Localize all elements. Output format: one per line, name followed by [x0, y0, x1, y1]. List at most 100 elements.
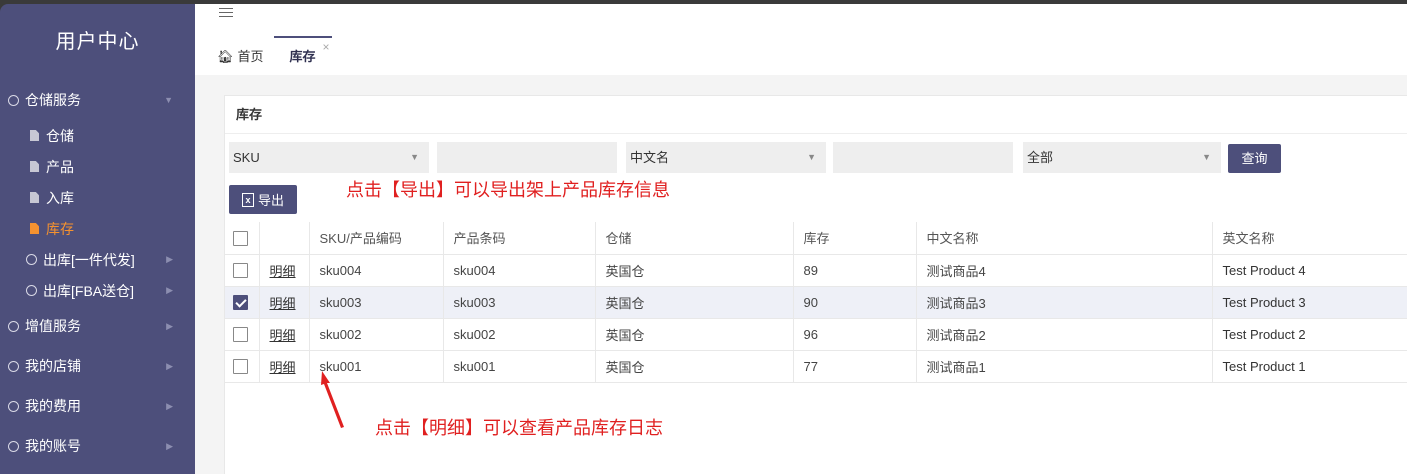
sidebar-item-inbound[interactable]: 入库: [0, 182, 195, 213]
chevron-right-icon: ▶: [166, 440, 173, 451]
detail-link[interactable]: 明细: [270, 296, 296, 311]
sidebar-item-label: 库存: [46, 220, 74, 237]
sidebar-title: 用户中心: [55, 31, 140, 53]
chevron-right-icon: ▶: [166, 254, 173, 264]
cell-cn-name: 测试商品2: [916, 318, 1213, 351]
cell-sku: sku002: [309, 318, 444, 351]
row-checkbox[interactable]: [233, 295, 248, 311]
chevron-right-icon: ▶: [166, 360, 173, 371]
circle-icon: [26, 254, 37, 265]
cell-cn-name: 测试商品3: [916, 286, 1213, 319]
sidebar-item-my-fees[interactable]: 我的费用 ▶: [0, 386, 195, 426]
cell-en-name: Test Product 4: [1212, 254, 1407, 287]
query-button[interactable]: 查询: [1228, 144, 1281, 173]
menu-fold-icon[interactable]: [219, 8, 233, 22]
row-checkbox-cell: [225, 350, 260, 383]
sidebar-item-product[interactable]: 产品: [0, 151, 195, 182]
cell-barcode: sku002: [443, 318, 596, 351]
sidebar-item-outbound-dropship[interactable]: 出库[一件代发] ▶: [0, 244, 195, 275]
select-all-checkbox[interactable]: [233, 230, 248, 246]
search-input-1[interactable]: [437, 142, 617, 173]
chevron-right-icon: ▶: [166, 400, 173, 411]
search-input-2[interactable]: [833, 142, 1013, 173]
tab-home[interactable]: 🏠︎ 首页: [217, 39, 274, 75]
header-stock[interactable]: 库存: [793, 222, 917, 255]
sidebar-item-my-stores[interactable]: 我的店铺 ▶: [0, 346, 195, 386]
sidebar-item-inventory[interactable]: 库存: [0, 213, 195, 244]
header-cn-name[interactable]: 中文名称: [916, 222, 1213, 255]
select-value: SKU: [233, 150, 260, 165]
annotation-arrow-icon: [321, 371, 344, 428]
detail-cell: 明细: [259, 318, 310, 351]
status-select[interactable]: 全部 ▼: [1023, 142, 1221, 173]
cell-stock: 89: [793, 254, 917, 287]
document-icon: [30, 161, 39, 172]
table-row: 明细 sku001 sku001 英国仓 77 测试商品1 Test Produ…: [225, 350, 1407, 383]
cell-sku: sku003: [309, 286, 444, 319]
field-select-2[interactable]: 中文名 ▼: [626, 142, 826, 173]
cell-barcode: sku001: [443, 350, 596, 383]
header-en-name[interactable]: 英文名称: [1212, 222, 1407, 255]
sidebar-item-label: 出库[一件代发]: [43, 251, 135, 268]
table-row: 明细 sku002 sku002 英国仓 96 测试商品2 Test Produ…: [225, 318, 1407, 351]
detail-link[interactable]: 明细: [270, 328, 296, 343]
sidebar-item-warehouse-service[interactable]: 仓储服务 ▼: [0, 80, 195, 120]
cell-warehouse: 英国仓: [595, 350, 794, 383]
sidebar-item-value-added[interactable]: 增值服务 ▶: [0, 306, 195, 346]
annotation-export: 点击【导出】可以导出架上产品库存信息: [346, 180, 670, 200]
sidebar-menu: 仓储服务 ▼ 仓储 产品 入库 库存 出库[一件代发] ▶ 出库[FBA送仓] …: [0, 80, 195, 466]
detail-link[interactable]: 明细: [270, 360, 296, 375]
tab-bar: 🏠︎ 首页 库存 ×: [217, 36, 332, 75]
excel-icon: x: [241, 192, 254, 207]
caret-down-icon: ▼: [1202, 152, 1211, 162]
tab-inventory[interactable]: 库存 ×: [273, 36, 332, 75]
export-button[interactable]: x 导出: [229, 185, 297, 214]
sidebar-item-my-account[interactable]: 我的账号 ▶: [0, 426, 195, 466]
cell-en-name: Test Product 2: [1212, 318, 1407, 351]
field-select-1[interactable]: SKU ▼: [229, 142, 429, 173]
chevron-down-icon: ▼: [164, 95, 173, 105]
cell-barcode: sku003: [443, 286, 596, 319]
cell-warehouse: 英国仓: [595, 286, 794, 319]
row-checkbox[interactable]: [233, 359, 248, 375]
annotation-detail: 点击【明细】可以查看产品库存日志: [375, 418, 663, 438]
sidebar-item-warehouse[interactable]: 仓储: [0, 120, 195, 151]
sidebar-item-label: 我的账号: [25, 438, 81, 454]
document-icon: [30, 192, 39, 203]
cell-warehouse: 英国仓: [595, 254, 794, 287]
row-checkbox[interactable]: [233, 327, 248, 343]
select-value: 中文名: [630, 150, 670, 165]
table-row: 明细 sku004 sku004 英国仓 89 测试商品4 Test Produ…: [225, 254, 1407, 287]
sidebar-item-label: 仓储服务: [25, 92, 81, 108]
header-detail: [259, 222, 310, 255]
header-sku[interactable]: SKU/产品编码: [309, 222, 444, 255]
tab-label: 首页: [237, 49, 264, 64]
cell-stock: 96: [793, 318, 917, 351]
inventory-table: SKU/产品编码 产品条码 仓储 库存 中文名称 英文名称 明细 sku004 …: [225, 222, 1407, 383]
cell-en-name: Test Product 1: [1212, 350, 1407, 383]
cell-cn-name: 测试商品1: [916, 350, 1213, 383]
table-row: 明细 sku003 sku003 英国仓 90 测试商品3 Test Produ…: [225, 286, 1407, 319]
top-bar: 🏠︎ 首页 库存 ×: [195, 4, 1407, 75]
header-checkbox-cell: [225, 222, 260, 255]
detail-cell: 明细: [259, 286, 310, 319]
cell-warehouse: 英国仓: [595, 318, 794, 351]
circle-icon: [8, 94, 19, 106]
home-icon: 🏠︎: [217, 49, 234, 64]
row-checkbox[interactable]: [233, 263, 248, 279]
sidebar-item-label: 我的费用: [25, 398, 81, 414]
circle-icon: [8, 440, 19, 452]
cell-cn-name: 测试商品4: [916, 254, 1213, 287]
sidebar-item-label: 出库[FBA送仓]: [43, 282, 135, 299]
header-warehouse[interactable]: 仓储: [595, 222, 794, 255]
sidebar-item-label: 我的店铺: [25, 358, 81, 374]
sidebar-item-outbound-fba[interactable]: 出库[FBA送仓] ▶: [0, 275, 195, 306]
sidebar-item-label: 产品: [46, 158, 74, 175]
detail-link[interactable]: 明细: [270, 264, 296, 279]
cell-stock: 90: [793, 286, 917, 319]
close-icon[interactable]: ×: [323, 29, 330, 65]
detail-cell: 明细: [259, 254, 310, 287]
header-barcode[interactable]: 产品条码: [443, 222, 596, 255]
document-icon: [30, 223, 39, 234]
document-icon: [30, 130, 39, 141]
